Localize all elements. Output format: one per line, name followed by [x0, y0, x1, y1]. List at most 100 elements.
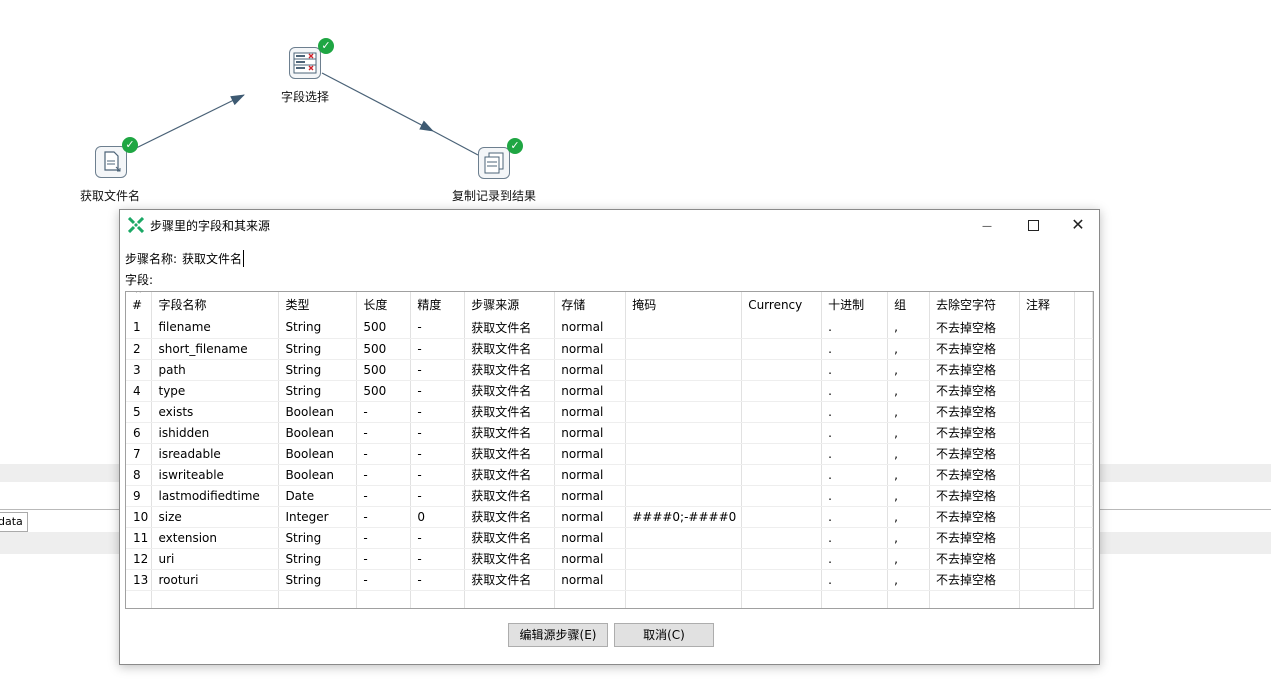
step-name-field[interactable]: 获取文件名 [182, 250, 245, 267]
table-row[interactable]: 6 ishidden Boolean - - 获取文件名 normal., 不去掉空格 [126, 422, 1093, 444]
table-cell-col-trim[interactable]: 不去掉空格 [929, 506, 1020, 528]
table-cell-col-precision[interactable]: - [410, 485, 466, 507]
column-header-col-group[interactable]: 组 [887, 292, 931, 317]
hop-select-to-copy[interactable] [321, 72, 434, 132]
table-cell-col-field-name[interactable]: type [151, 380, 280, 402]
table-cell-col-length[interactable]: 500 [356, 359, 412, 381]
table-cell-col-currency[interactable] [741, 317, 823, 339]
column-header-col-trim[interactable]: 去除空字符 [929, 292, 1020, 317]
table-cell-col-index[interactable]: 10 [126, 506, 153, 528]
table-cell-col-field-name[interactable]: iswriteable [151, 464, 280, 486]
table-cell-col-step-origin[interactable]: 获取文件名 [464, 569, 556, 591]
table-cell-col-index[interactable]: 5 [126, 401, 153, 423]
table-cell-col-currency[interactable] [741, 485, 823, 507]
table-cell-col-length[interactable]: - [356, 464, 412, 486]
table-cell-col-index[interactable]: 13 [126, 569, 153, 591]
table-cell-col-comment[interactable] [1019, 422, 1075, 444]
table-cell-col-precision[interactable]: - [410, 317, 466, 339]
table-cell-col-currency[interactable] [741, 506, 823, 528]
table-cell-col-type[interactable]: String [278, 380, 358, 402]
table-cell-col-length[interactable]: - [356, 485, 412, 507]
table-cell-col-field-name[interactable]: extension [151, 527, 280, 549]
table-cell-col-index[interactable]: 3 [126, 359, 153, 381]
table-cell-col-trim[interactable]: 不去掉空格 [929, 380, 1020, 402]
table-cell-col-index[interactable]: 8 [126, 464, 153, 486]
table-cell-col-mask[interactable] [625, 485, 743, 507]
table-cell-col-group[interactable]: , [887, 359, 931, 381]
table-cell-col-step-origin[interactable]: 获取文件名 [464, 506, 556, 528]
table-cell-col-length[interactable]: - [356, 527, 412, 549]
table-cell-col-decimal[interactable]: . [821, 359, 889, 381]
table-cell-col-mask[interactable] [625, 569, 743, 591]
table-cell-col-comment[interactable] [1019, 548, 1075, 570]
fields-grid[interactable]: # ^ 字段名称 类型 长度 精度 步骤来源 存储 掩码 Currency 十进制组去除空字符 注释 … [126, 292, 1093, 608]
table-cell-col-currency[interactable] [741, 548, 823, 570]
table-cell-col-trim[interactable]: 不去掉空格 [929, 548, 1020, 570]
table-cell-col-type[interactable]: Boolean [278, 422, 358, 444]
table-cell-col-comment[interactable] [1019, 317, 1075, 339]
table-cell-col-step-origin[interactable]: 获取文件名 [464, 380, 556, 402]
column-header-col-field-name[interactable]: 字段名称 [151, 292, 280, 317]
table-cell-col-trim[interactable]: 不去掉空格 [929, 401, 1020, 423]
table-cell-col-precision[interactable]: - [410, 569, 466, 591]
table-cell-col-currency[interactable] [741, 359, 823, 381]
table-cell-col-comment[interactable] [1019, 464, 1075, 486]
table-cell-col-type[interactable]: Boolean [278, 401, 358, 423]
table-cell-col-currency[interactable] [741, 380, 823, 402]
table-cell-col-type[interactable]: String [278, 338, 358, 360]
table-cell-col-storage[interactable]: normal [554, 485, 627, 507]
table-cell-col-trim[interactable]: 不去掉空格 [929, 569, 1020, 591]
table-cell-col-comment[interactable] [1019, 338, 1075, 360]
table-cell-col-decimal[interactable]: . [821, 338, 889, 360]
table-row[interactable]: 10 size Integer -0 获取文件名 normal ####0;-####0.,… [126, 506, 1093, 528]
table-cell-col-field-name[interactable]: uri [151, 548, 280, 570]
table-cell-col-currency[interactable] [741, 422, 823, 444]
table-cell-col-precision[interactable]: - [410, 338, 466, 360]
table-cell-col-currency[interactable] [741, 464, 823, 486]
table-cell-col-storage[interactable]: normal [554, 569, 627, 591]
table-cell-col-comment[interactable] [1019, 443, 1075, 465]
table-cell-col-step-origin[interactable]: 获取文件名 [464, 527, 556, 549]
table-cell-col-type[interactable]: Date [278, 485, 358, 507]
table-cell-col-precision[interactable]: - [410, 380, 466, 402]
column-header-col-storage[interactable]: 存储 [554, 292, 627, 317]
table-cell-col-step-origin[interactable]: 获取文件名 [464, 359, 556, 381]
table-cell-col-group[interactable]: , [887, 527, 931, 549]
table-cell-col-field-name[interactable]: ishidden [151, 422, 280, 444]
table-cell-col-comment[interactable] [1019, 380, 1075, 402]
table-cell-col-length[interactable]: - [356, 443, 412, 465]
table-cell-col-step-origin[interactable]: 获取文件名 [464, 464, 556, 486]
maximize-button[interactable] [1010, 210, 1056, 240]
table-cell-col-storage[interactable]: normal [554, 317, 627, 339]
table-cell-col-decimal[interactable]: . [821, 317, 889, 339]
table-cell-col-mask[interactable]: ####0;-####0 [625, 506, 743, 528]
close-button[interactable]: ✕ [1055, 210, 1101, 240]
table-cell-col-comment[interactable] [1019, 485, 1075, 507]
table-cell-col-mask[interactable] [625, 464, 743, 486]
table-cell-col-precision[interactable]: - [410, 548, 466, 570]
table-cell-col-step-origin[interactable]: 获取文件名 [464, 317, 556, 339]
table-cell-col-group[interactable]: , [887, 569, 931, 591]
edit-source-step-button[interactable]: 编辑源步骤(E) [508, 623, 608, 647]
table-cell-col-currency[interactable] [741, 569, 823, 591]
table-cell-col-decimal[interactable]: . [821, 506, 889, 528]
table-cell-col-index[interactable]: 4 [126, 380, 153, 402]
column-header-col-currency[interactable]: Currency [741, 292, 823, 317]
table-cell-col-storage[interactable]: normal [554, 338, 627, 360]
table-cell-col-mask[interactable] [625, 317, 743, 339]
table-cell-col-field-name[interactable]: exists [151, 401, 280, 423]
table-cell-col-storage[interactable]: normal [554, 422, 627, 444]
table-cell-col-currency[interactable] [741, 527, 823, 549]
table-cell-col-mask[interactable] [625, 359, 743, 381]
table-cell-col-storage[interactable]: normal [554, 359, 627, 381]
select-values-icon[interactable] [289, 47, 321, 79]
table-cell-col-type[interactable]: Integer [278, 506, 358, 528]
table-cell-col-type[interactable]: Boolean [278, 443, 358, 465]
table-cell-col-precision[interactable]: - [410, 401, 466, 423]
table-cell-col-storage[interactable]: normal [554, 380, 627, 402]
table-row[interactable]: 4 type String 500- 获取文件名 normal., 不去掉空格 [126, 380, 1093, 402]
table-row[interactable]: 5 exists Boolean - - 获取文件名 normal., 不去掉空格 [126, 401, 1093, 423]
table-cell-col-index[interactable]: 11 [126, 527, 153, 549]
table-cell-col-step-origin[interactable]: 获取文件名 [464, 338, 556, 360]
table-cell-col-group[interactable]: , [887, 443, 931, 465]
